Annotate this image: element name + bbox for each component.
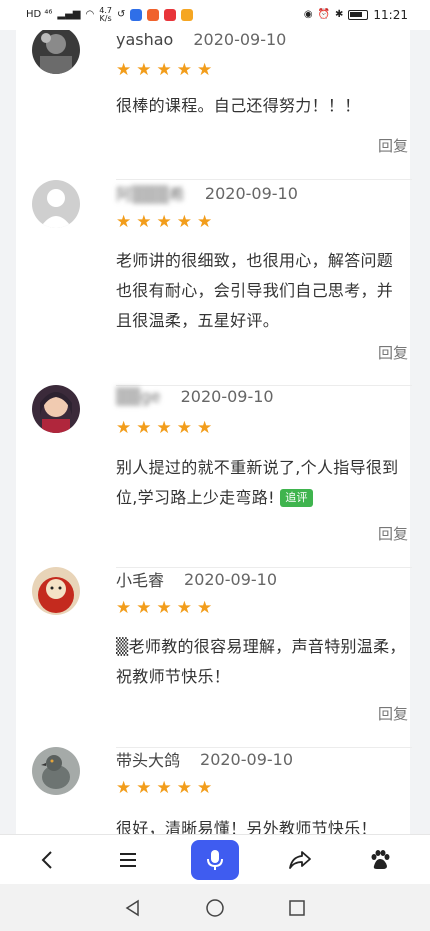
review-text-body: 别人提过的就不重新说了,个人指导很到位,学习路上少走弯路! xyxy=(116,458,399,507)
app-notification-icon xyxy=(164,9,177,21)
reply-button[interactable]: 回复 xyxy=(378,135,408,156)
divider xyxy=(116,179,412,180)
voice-search-button[interactable] xyxy=(191,840,239,880)
wifi-icon: ◠ xyxy=(85,9,95,20)
star-rating: ★★★★★ xyxy=(116,418,218,438)
microphone-icon xyxy=(207,850,223,870)
baidu-home-button[interactable] xyxy=(358,841,402,879)
reply-button[interactable]: 回复 xyxy=(378,523,408,544)
review-text: 老师讲的很细致，也很用心，解答问题也很有耐心，会引导我们自己思考，并且很温柔，五… xyxy=(116,251,394,330)
nav-home-button[interactable] xyxy=(205,898,225,918)
app-notification-icon xyxy=(147,9,160,21)
reviews-scroll-area[interactable]: yashao 2020-09-10 ★★★★★ 很棒的课程。自己还得努力！！！ … xyxy=(0,30,430,834)
system-nav-bar xyxy=(0,884,430,931)
review-date: 2020-09-10 xyxy=(184,569,277,589)
divider xyxy=(116,385,412,386)
star-rating: ★★★★★ xyxy=(116,60,218,80)
follow-up-badge[interactable]: 追评 xyxy=(280,489,313,507)
circle-home-icon xyxy=(206,898,224,917)
star-rating: ★★★★★ xyxy=(116,598,218,618)
app-notification-icon xyxy=(181,9,194,21)
avatar[interactable] xyxy=(32,385,80,433)
status-bar: HD ⁴⁶ ▂▄▆ ◠ 4.7 K/s ↺ ◉ ⏰ ✱ 11:21 xyxy=(0,0,430,30)
reply-button[interactable]: 回复 xyxy=(378,342,408,363)
signal-bars-icon: ▂▄▆ xyxy=(57,9,81,20)
reviewer-name[interactable]: ▒▒ge xyxy=(116,387,161,406)
square-recents-icon xyxy=(289,899,305,916)
reply-button[interactable]: 回复 xyxy=(378,703,408,724)
review-date: 2020-09-10 xyxy=(193,30,287,49)
reviewer-name[interactable]: 阿▒▒▒希 xyxy=(116,181,185,205)
alarm-icon: ⏰ xyxy=(317,9,331,20)
avatar[interactable] xyxy=(32,567,80,615)
triangle-back-icon xyxy=(125,899,139,916)
review-text: ▒老师教的很容易理解，声音特别温柔，祝教师节快乐！ xyxy=(116,637,406,686)
share-button[interactable] xyxy=(278,841,322,879)
net-speed: 4.7 K/s xyxy=(99,7,112,23)
star-rating: ★★★★★ xyxy=(116,212,218,232)
battery-icon xyxy=(348,10,369,20)
baidu-paw-icon xyxy=(371,850,390,869)
bluetooth-icon: ✱ xyxy=(335,9,344,20)
review-date: 2020-09-10 xyxy=(204,183,298,203)
app-notification-icon xyxy=(130,9,143,21)
share-icon xyxy=(289,851,311,869)
net-speed-unit: K/s xyxy=(99,14,112,23)
star-rating: ★★★★★ xyxy=(116,778,218,798)
avatar[interactable] xyxy=(32,747,80,795)
signal-icon: HD ⁴⁶ xyxy=(26,9,53,20)
review-text: 别人提过的就不重新说了,个人指导很到位,学习路上少走弯路! 追评 xyxy=(116,453,408,513)
reviewer-name[interactable]: 小毛睿 xyxy=(116,567,164,591)
status-right: ◉ ⏰ ✱ 11:21 xyxy=(304,8,408,22)
review-text: 很棒的课程。自己还得努力！！！ xyxy=(116,96,361,115)
nav-recents-button[interactable] xyxy=(287,898,307,918)
back-button[interactable] xyxy=(26,841,70,879)
review-date: 2020-09-10 xyxy=(200,749,293,769)
status-left: HD ⁴⁶ ▂▄▆ ◠ 4.7 K/s ↺ xyxy=(26,7,194,23)
avatar[interactable] xyxy=(32,30,80,74)
browser-toolbar xyxy=(0,834,430,884)
status-time: 11:21 xyxy=(373,8,408,22)
avatar[interactable] xyxy=(32,180,80,228)
reviewer-name[interactable]: yashao xyxy=(116,30,173,49)
menu-button[interactable] xyxy=(106,841,150,879)
reviewer-name[interactable]: 带头大鸽 xyxy=(116,747,180,771)
back-icon xyxy=(41,851,52,869)
nav-back-button[interactable] xyxy=(123,898,143,918)
review-text: 很好，清晰易懂！另外教师节快乐！ xyxy=(116,819,377,834)
reviews-card: yashao 2020-09-10 ★★★★★ 很棒的课程。自己还得努力！！！ … xyxy=(16,30,412,834)
nfc-icon: ↺ xyxy=(116,9,126,20)
eye-icon: ◉ xyxy=(303,9,313,20)
review-date: 2020-09-10 xyxy=(180,387,274,406)
menu-icon xyxy=(120,853,136,867)
